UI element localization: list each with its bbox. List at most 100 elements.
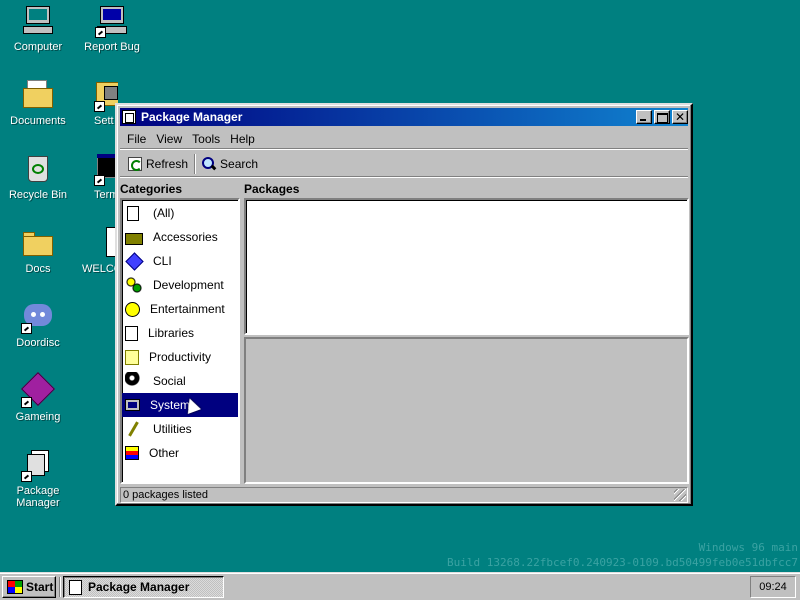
desktop-icon-report-bug[interactable]: Report Bug <box>74 4 150 53</box>
desktop-icon-documents[interactable]: Documents <box>0 78 76 127</box>
documents-folder-icon <box>21 78 55 112</box>
start-button[interactable]: Start <box>2 576 56 598</box>
desktop-icon-label: Docs <box>25 263 51 275</box>
clock-text: 09:24 <box>759 581 787 593</box>
category-label: Social <box>153 374 186 388</box>
gameing-icon <box>21 372 55 408</box>
doordisc-icon <box>21 300 55 334</box>
category-entertainment[interactable]: Entertainment <box>122 297 238 321</box>
category-libraries[interactable]: Libraries <box>122 321 238 345</box>
build-watermark: Windows 96 main Build 13268.22fbcef0.240… <box>447 540 798 570</box>
category-label: Productivity <box>149 350 212 364</box>
taskbar-button-package-manager[interactable]: Package Manager <box>63 576 224 598</box>
desktop-icon-settings[interactable]: Sett <box>74 78 118 127</box>
status-bar: 0 packages listed <box>120 487 688 503</box>
category-label: Accessories <box>153 230 218 244</box>
menu-bar: File View Tools Help <box>120 129 688 149</box>
categories-header: Categories <box>120 182 183 196</box>
watermark-line-2: Build 13268.22fbcef0.240923-0109.bd50499… <box>447 556 798 569</box>
category-label: Utilities <box>153 422 192 436</box>
report-bug-icon <box>95 4 129 38</box>
utilities-icon <box>125 420 143 438</box>
toolbar: Refresh Search <box>120 151 688 177</box>
search-button[interactable]: Search <box>198 155 262 173</box>
system-icon <box>125 399 140 411</box>
entertainment-icon <box>125 301 140 317</box>
category-label: Entertainment <box>150 302 225 316</box>
refresh-icon <box>128 156 142 171</box>
resize-grip-icon[interactable] <box>674 489 686 501</box>
category-productivity[interactable]: Productivity <box>122 345 238 369</box>
watermark-line-1: Windows 96 main <box>698 541 798 554</box>
desktop-icon-label: Recycle Bin <box>8 189 68 201</box>
category-label: Libraries <box>148 326 195 340</box>
toolbar-separator <box>194 153 197 174</box>
search-label: Search <box>220 156 259 171</box>
social-icon <box>125 372 143 390</box>
category-label: CLI <box>153 254 172 268</box>
desktop-icon-doordisc[interactable]: Doordisc <box>0 300 76 349</box>
refresh-button[interactable]: Refresh <box>124 155 192 173</box>
desktop-icon-computer[interactable]: Computer <box>0 4 76 53</box>
status-text: 0 packages listed <box>123 489 208 501</box>
category-system[interactable]: System <box>122 393 238 417</box>
desktop-icon-label: Doordisc <box>16 337 60 349</box>
all-icon <box>127 205 139 221</box>
menu-view[interactable]: View <box>151 132 187 146</box>
close-icon: ✕ <box>674 110 686 124</box>
productivity-icon <box>125 349 139 365</box>
category-all[interactable]: (All) <box>122 201 238 225</box>
category-label: Other <box>149 446 180 460</box>
maximize-button[interactable] <box>654 110 670 124</box>
start-label: Start <box>26 580 54 594</box>
menu-file[interactable]: File <box>122 132 151 146</box>
taskbar-divider <box>59 577 61 597</box>
search-icon <box>202 156 216 171</box>
desktop-icon-label: Computer <box>13 41 63 53</box>
taskbar: Start Package Manager 09:24 <box>0 572 800 600</box>
desktop-icon-label: WELCO <box>82 263 118 275</box>
computer-icon <box>21 4 55 38</box>
packages-header: Packages <box>244 182 300 196</box>
menu-help[interactable]: Help <box>225 132 260 146</box>
desktop-icon-terminal[interactable]: Term <box>74 152 118 201</box>
title-bar[interactable]: Package Manager ✕ <box>120 108 688 126</box>
refresh-label: Refresh <box>146 156 189 171</box>
category-social[interactable]: Social <box>122 369 238 393</box>
minimize-button[interactable] <box>636 110 652 124</box>
other-icon <box>125 446 139 460</box>
package-manager-icon <box>21 448 55 482</box>
package-details-pane <box>244 337 689 484</box>
desktop-icon-docs[interactable]: Docs <box>0 226 76 275</box>
close-button[interactable]: ✕ <box>672 110 688 124</box>
taskbar-button-label: Package Manager <box>88 580 190 594</box>
category-cli[interactable]: CLI <box>122 249 238 273</box>
menu-tools[interactable]: Tools <box>187 132 225 146</box>
categories-list: (All) Accessories CLI Development Entert… <box>120 198 240 484</box>
folder-icon <box>21 226 55 260</box>
package-manager-icon <box>69 579 82 595</box>
desktop-icon-package-manager[interactable]: Package Manager <box>0 448 76 509</box>
libraries-icon <box>125 325 138 341</box>
package-manager-icon <box>122 110 136 124</box>
category-development[interactable]: Development <box>122 273 238 297</box>
window-title: Package Manager <box>141 110 243 124</box>
cli-icon <box>125 252 143 270</box>
desktop-icon-welcome[interactable]: WELCO <box>74 226 118 275</box>
desktop-icon-label: Gameing <box>15 411 61 423</box>
category-label: Development <box>153 278 224 292</box>
accessories-icon <box>125 233 143 245</box>
desktop-icon-gameing[interactable]: Gameing <box>0 372 76 423</box>
system-tray-clock[interactable]: 09:24 <box>750 576 796 598</box>
development-icon <box>125 276 143 294</box>
category-other[interactable]: Other <box>122 441 238 465</box>
desktop-icon-recycle-bin[interactable]: Recycle Bin <box>0 152 76 201</box>
desktop-icon-label: Package Manager <box>16 485 60 509</box>
start-logo-icon <box>7 580 23 594</box>
packages-list[interactable] <box>244 198 689 335</box>
category-accessories[interactable]: Accessories <box>122 225 238 249</box>
category-label: (All) <box>153 206 175 220</box>
desktop-icon-label: Documents <box>10 115 66 127</box>
package-manager-window: Package Manager ✕ File View Tools Help R… <box>115 103 693 506</box>
category-utilities[interactable]: Utilities <box>122 417 238 441</box>
